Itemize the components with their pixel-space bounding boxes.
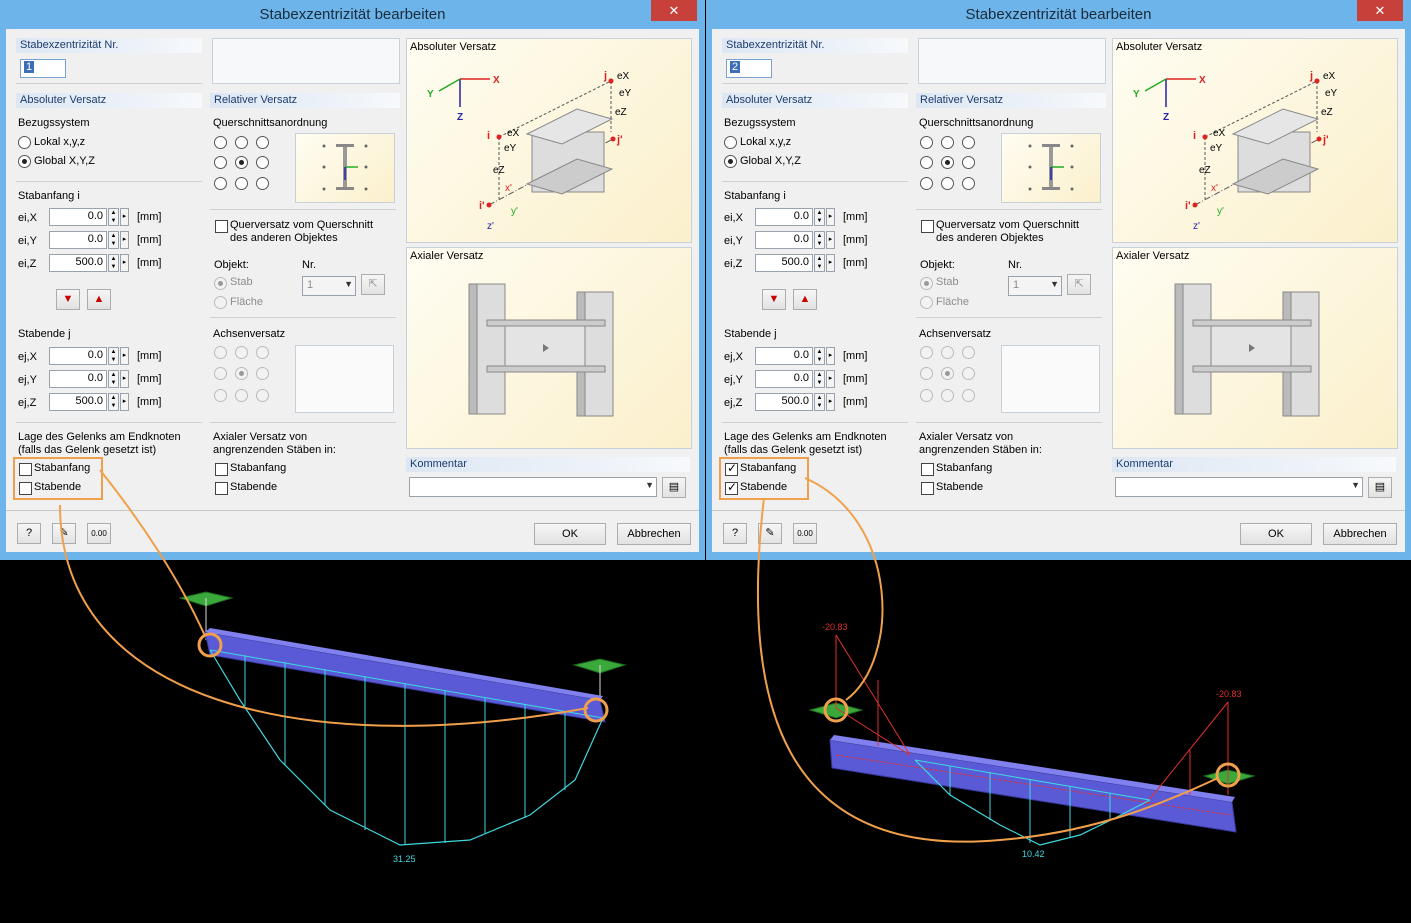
end-moment-right-label: -20.83 <box>1216 689 1242 699</box>
end-moment-left-label: -20.83 <box>822 622 848 632</box>
left-model: 31.25 <box>59 469 627 864</box>
beam <box>829 739 1237 833</box>
model-viewport: 31.25 -20.83 -20.83 10.42 <box>59 469 1256 864</box>
moment-value-label: 31.25 <box>393 854 416 864</box>
right-model: -20.83 -20.83 10.42 <box>756 477 1256 859</box>
arrow-to-start <box>99 469 206 637</box>
arrow-to-start <box>804 477 884 701</box>
moment-value-label: 10.42 <box>1022 849 1045 859</box>
